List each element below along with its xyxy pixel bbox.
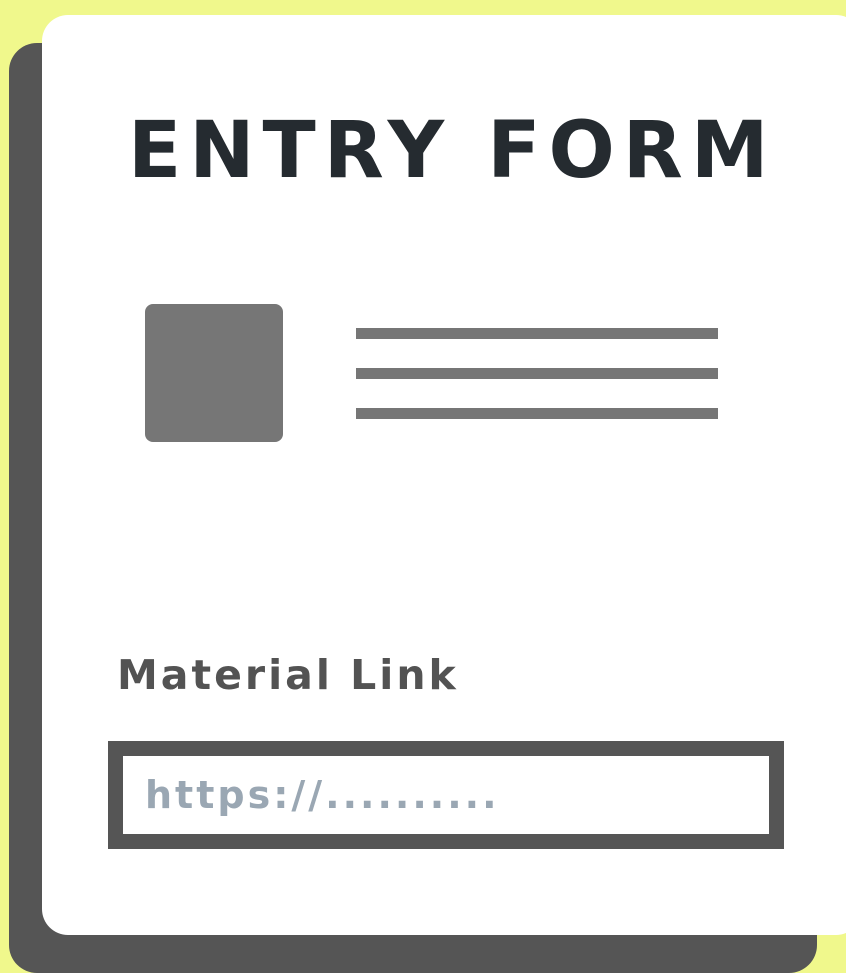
material-link-input[interactable] xyxy=(108,741,784,849)
image-placeholder-icon xyxy=(145,304,283,442)
text-lines-icon xyxy=(356,408,718,419)
text-lines-icon xyxy=(356,368,718,379)
material-link-label: Material Link xyxy=(117,651,459,699)
form-title: ENTRY FORM xyxy=(128,106,777,196)
text-lines-icon xyxy=(356,328,718,339)
